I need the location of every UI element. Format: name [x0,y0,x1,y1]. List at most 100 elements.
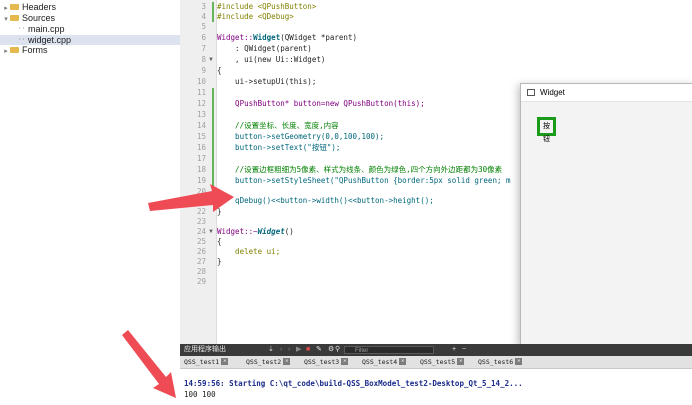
line-number: 16 [196,143,206,152]
line-number: 25 [196,237,206,246]
tree-item-sources[interactable]: ▾ Sources [2,13,55,23]
close-icon[interactable]: ✕ [399,357,407,365]
tree-item-label: main.cpp [28,24,65,34]
tab-label: QSS_test6 [478,358,514,366]
widget-window[interactable]: Widget 按钮 [520,83,692,346]
cpp-file-icon: ·· [18,35,26,43]
output-start-line: 14:59:56: Starting C:\qt_code\build-QSS_… [184,379,523,388]
line-number: 14 [196,121,206,130]
tree-item-forms[interactable]: ▸ Forms [2,45,48,57]
line-number: 29 [196,277,206,286]
output-result-line: 100 100 [184,390,216,399]
line-number: 9 [201,66,206,75]
code-line: button->setGeometry(0,0,100,100); [217,132,385,141]
tab-qss-test3[interactable]: QSS_test3 ✕ [304,357,349,367]
line-number: 8 [201,55,206,64]
folder-icon [10,14,19,21]
folder-icon [10,3,19,10]
tree-item-label: Forms [22,45,48,55]
fold-arrow-icon[interactable]: ▼ [208,55,214,65]
line-number: 10 [196,77,206,86]
line-number: 11 [196,88,206,97]
code-token: (QWidget *parent) [280,33,357,42]
run-icon[interactable]: ▶ [296,344,301,356]
chevron-right-icon[interactable]: ▸ [2,47,10,57]
line-number: 22 [196,207,206,216]
code-line: QPushButton* button=new QPushButton(this… [217,99,425,108]
attach-icon[interactable]: ⇣ [268,344,274,356]
tree-item-label: widget.cpp [28,35,72,45]
tab-qss-test5[interactable]: QSS_test5 ✕ [420,357,465,367]
line-number: 15 [196,132,206,141]
line-number: 6 [201,33,206,42]
line-number: 23 [196,217,206,226]
line-number: 24 [196,227,206,236]
close-icon[interactable]: ✕ [341,357,349,365]
code-line: { [217,66,222,75]
code-line: { [217,237,222,246]
tree-item-headers[interactable]: ▸ Headers [2,2,56,12]
tab-qss-test1[interactable]: QSS_test1 ✕ [184,357,229,367]
line-number: 13 [196,110,206,119]
add-icon[interactable]: + [452,344,456,356]
minimize-icon[interactable]: − [462,344,466,356]
code-token: Widget [257,227,285,236]
line-number: 26 [196,247,206,256]
line-number: 28 [196,267,206,276]
chevron-down-icon[interactable]: ▾ [2,15,10,25]
line-number: 19 [196,176,206,185]
next-icon[interactable]: › [288,344,290,356]
tab-qss-test2[interactable]: QSS_test2 ✕ [246,357,291,367]
settings-icon[interactable]: ⚙ [328,344,334,356]
output-pane-title: 应用程序输出 [184,346,226,353]
close-icon[interactable]: ✕ [221,357,229,365]
line-number: 18 [196,165,206,174]
folder-icon [10,46,19,53]
tab-label: QSS_test4 [362,358,398,366]
tree-item-label: Headers [22,2,57,12]
line-number: 3 [201,2,206,11]
cpp-file-icon: ·· [18,24,26,32]
close-icon[interactable]: ✕ [515,357,523,365]
tab-label: QSS_test2 [246,358,282,366]
tab-label: QSS_test1 [184,358,220,366]
change-marker [212,88,214,200]
close-icon[interactable]: ✕ [283,357,291,365]
code-line: : QWidget(parent) [217,44,312,53]
code-line: qDebug()<<button->width()<<button->heigh… [217,196,434,205]
output-tabs: QSS_test1 ✕ QSS_test2 ✕ QSS_test3 ✕ QSS_tes… [180,356,692,369]
window-title: Widget [540,88,565,97]
fold-arrow-icon[interactable]: ▼ [208,227,214,237]
stop-icon[interactable]: ■ [306,344,310,356]
search-icon: ⚲ [335,346,341,353]
code-token: Widget [253,33,281,42]
tree-item-widget-cpp[interactable]: ·· widget.cpp [0,35,180,45]
push-button[interactable]: 按钮 [537,117,556,143]
line-number: 5 [201,22,206,31]
prev-icon[interactable]: ‹ [280,344,282,356]
line-number: 17 [196,154,206,163]
line-number: 12 [196,99,206,108]
tree-item-label: Sources [22,13,56,23]
line-number: 27 [196,257,206,266]
filter-placeholder: Filter [355,348,369,354]
tab-qss-test4[interactable]: QSS_test4 ✕ [362,357,407,367]
window-titlebar[interactable]: Widget [521,84,692,102]
code-line: button->setText("按钮"); [217,143,341,152]
code-line: } [217,257,222,266]
close-icon[interactable]: ✕ [457,357,465,365]
tab-label: QSS_test5 [420,358,456,366]
clear-icon[interactable]: ✎ [316,344,322,356]
filter-input[interactable]: Filter [344,346,434,354]
code-line: } [217,207,222,216]
code-comment: //设置坐标、长度、宽度,内容 [217,121,339,130]
output-toolbar: 应用程序输出 ⇣ ‹ › ▶ ■ ✎ ⚙ Filter ⚲ + − [180,344,692,356]
window-icon [527,89,535,96]
tab-qss-test6[interactable]: QSS_test6 ✕ [478,357,523,367]
tree-item-main-cpp[interactable]: ·· main.cpp [18,24,65,34]
code-token: Widget:: [217,33,254,42]
application-output: 14:59:56: Starting C:\qt_code\build-QSS_… [180,369,692,405]
code-line: ui->setupUi(this); [217,77,317,86]
code-line: #include <QDebug> [217,12,294,21]
code-line: , ui(new Ui::Widget) [217,55,326,64]
